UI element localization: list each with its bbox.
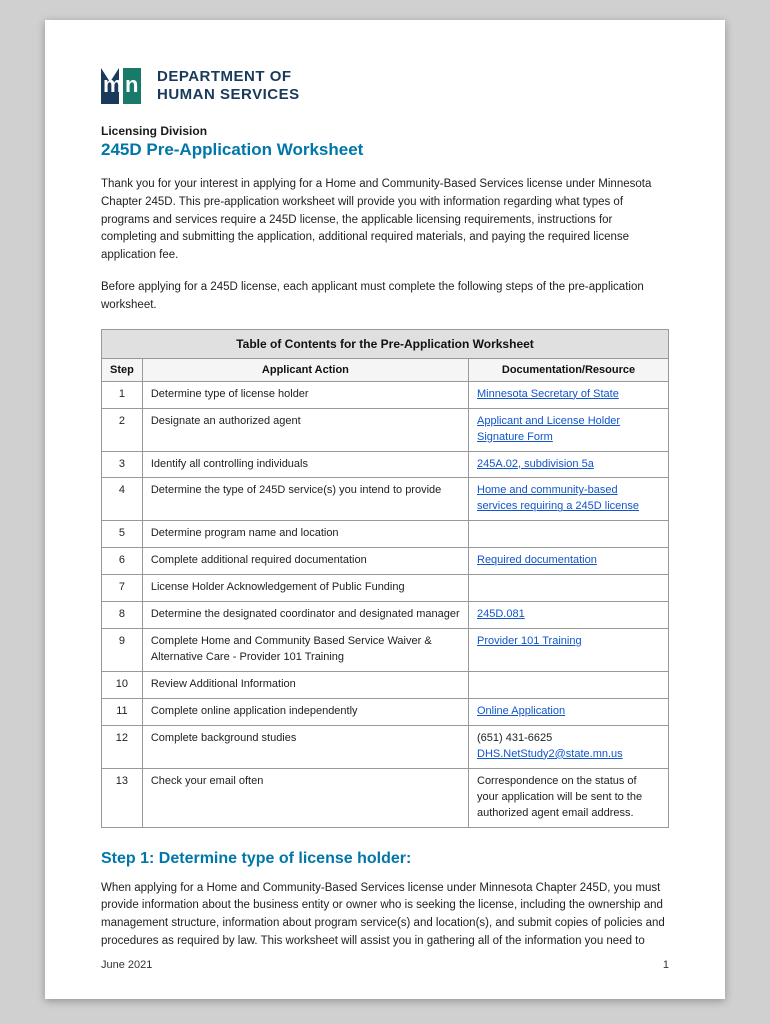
col-header-doc: Documentation/Resource	[469, 358, 669, 381]
toc-doc-link[interactable]: Online Application	[477, 705, 565, 717]
toc-doc	[469, 575, 669, 602]
intro-para2: Before applying for a 245D license, each…	[101, 279, 669, 315]
toc-doc	[469, 671, 669, 698]
table-row: 3Identify all controlling individuals 245…	[102, 451, 669, 478]
table-row: 9Complete Home and Community Based Servi…	[102, 629, 669, 672]
toc-action: Complete additional required documentati…	[142, 548, 468, 575]
page-container: m n DEPARTMENT OF HUMAN SERVICES Licensi…	[45, 20, 725, 999]
toc-doc[interactable]: Minnesota Secretary of State	[469, 381, 669, 408]
table-row: 2Designate an authorized agent Applicant …	[102, 408, 669, 451]
table-row: 10Review Additional Information	[102, 671, 669, 698]
toc-step-num: 9	[102, 629, 143, 672]
toc-action: Complete online application independentl…	[142, 698, 468, 725]
toc-action: Determine program name and location	[142, 521, 468, 548]
toc-step-num: 11	[102, 698, 143, 725]
table-row: 1Determine type of license holder Minneso…	[102, 381, 669, 408]
toc-step-num: 4	[102, 478, 143, 521]
page-footer: June 2021 1	[101, 959, 669, 971]
toc-step-num: 7	[102, 575, 143, 602]
table-row: 4Determine the type of 245D service(s) y…	[102, 478, 669, 521]
toc-doc-link[interactable]: Applicant and License Holder Signature F…	[477, 415, 620, 443]
table-row: 8Determine the designated coordinator an…	[102, 602, 669, 629]
toc-doc[interactable]: Applicant and License Holder Signature F…	[469, 408, 669, 451]
table-row: 12Complete background studies(651) 431-6…	[102, 725, 669, 768]
logo-container: m n DEPARTMENT OF HUMAN SERVICES	[101, 68, 300, 104]
toc-step-num: 1	[102, 381, 143, 408]
toc-step-num: 10	[102, 671, 143, 698]
toc-caption: Table of Contents for the Pre-Applicatio…	[101, 329, 669, 358]
toc-step-num: 8	[102, 602, 143, 629]
toc-doc[interactable]: 245D.081	[469, 602, 669, 629]
col-header-step: Step	[102, 358, 143, 381]
header: m n DEPARTMENT OF HUMAN SERVICES	[101, 68, 669, 104]
toc-doc-email[interactable]: DHS.NetStudy2@state.mn.us	[477, 748, 623, 760]
toc-doc[interactable]: Provider 101 Training	[469, 629, 669, 672]
table-row: 7License Holder Acknowledgement of Publi…	[102, 575, 669, 602]
dept-name-line1: DEPARTMENT OF	[157, 68, 300, 86]
toc-doc-link[interactable]: Minnesota Secretary of State	[477, 388, 619, 400]
toc-doc-link[interactable]: Provider 101 Training	[477, 635, 582, 647]
toc-doc[interactable]: 245A.02, subdivision 5a	[469, 451, 669, 478]
col-header-action: Applicant Action	[142, 358, 468, 381]
toc-step-num: 13	[102, 768, 143, 827]
dhs-logo-icon: m n	[101, 68, 145, 104]
table-row: 11Complete online application independen…	[102, 698, 669, 725]
toc-step-num: 2	[102, 408, 143, 451]
toc-doc: Correspondence on the status of your app…	[469, 768, 669, 827]
footer-date: June 2021	[101, 959, 152, 971]
footer-page-num: 1	[663, 959, 669, 971]
toc-action: Identify all controlling individuals	[142, 451, 468, 478]
table-row: 6Complete additional required documentat…	[102, 548, 669, 575]
intro-para1: Thank you for your interest in applying …	[101, 176, 669, 265]
toc-action: Review Additional Information	[142, 671, 468, 698]
toc-doc-link[interactable]: Required documentation	[477, 554, 597, 566]
toc-step-num: 6	[102, 548, 143, 575]
svg-text:n: n	[125, 72, 138, 97]
toc-step-num: 3	[102, 451, 143, 478]
toc-table: Table of Contents for the Pre-Applicatio…	[101, 329, 669, 828]
svg-text:m: m	[103, 72, 123, 97]
toc-step-num: 12	[102, 725, 143, 768]
dept-name-line2: HUMAN SERVICES	[157, 86, 300, 104]
toc-doc: (651) 431-6625 DHS.NetStudy2@state.mn.us	[469, 725, 669, 768]
toc-action: Check your email often	[142, 768, 468, 827]
page-title: 245D Pre-Application Worksheet	[101, 140, 669, 160]
toc-doc[interactable]: Home and community-based services requir…	[469, 478, 669, 521]
toc-action: Complete Home and Community Based Servic…	[142, 629, 468, 672]
step1-text: When applying for a Home and Community-B…	[101, 880, 669, 951]
toc-doc-link[interactable]: Home and community-based services requir…	[477, 484, 639, 512]
toc-doc-link[interactable]: 245D.081	[477, 608, 525, 620]
logo-text: DEPARTMENT OF HUMAN SERVICES	[157, 68, 300, 104]
toc-step-num: 5	[102, 521, 143, 548]
toc-doc-phone: (651) 431-6625	[477, 732, 552, 744]
table-row: 13Check your email oftenCorrespondence o…	[102, 768, 669, 827]
table-row: 5Determine program name and location	[102, 521, 669, 548]
toc-action: Designate an authorized agent	[142, 408, 468, 451]
toc-action: Determine the type of 245D service(s) yo…	[142, 478, 468, 521]
toc-action: License Holder Acknowledgement of Public…	[142, 575, 468, 602]
toc-doc[interactable]: Required documentation	[469, 548, 669, 575]
division-label: Licensing Division	[101, 124, 669, 138]
toc-doc	[469, 521, 669, 548]
toc-action: Complete background studies	[142, 725, 468, 768]
toc-action: Determine the designated coordinator and…	[142, 602, 468, 629]
toc-doc-link[interactable]: 245A.02, subdivision 5a	[477, 458, 594, 470]
toc-doc[interactable]: Online Application	[469, 698, 669, 725]
toc-action: Determine type of license holder	[142, 381, 468, 408]
step1-heading: Step 1: Determine type of license holder…	[101, 850, 669, 868]
